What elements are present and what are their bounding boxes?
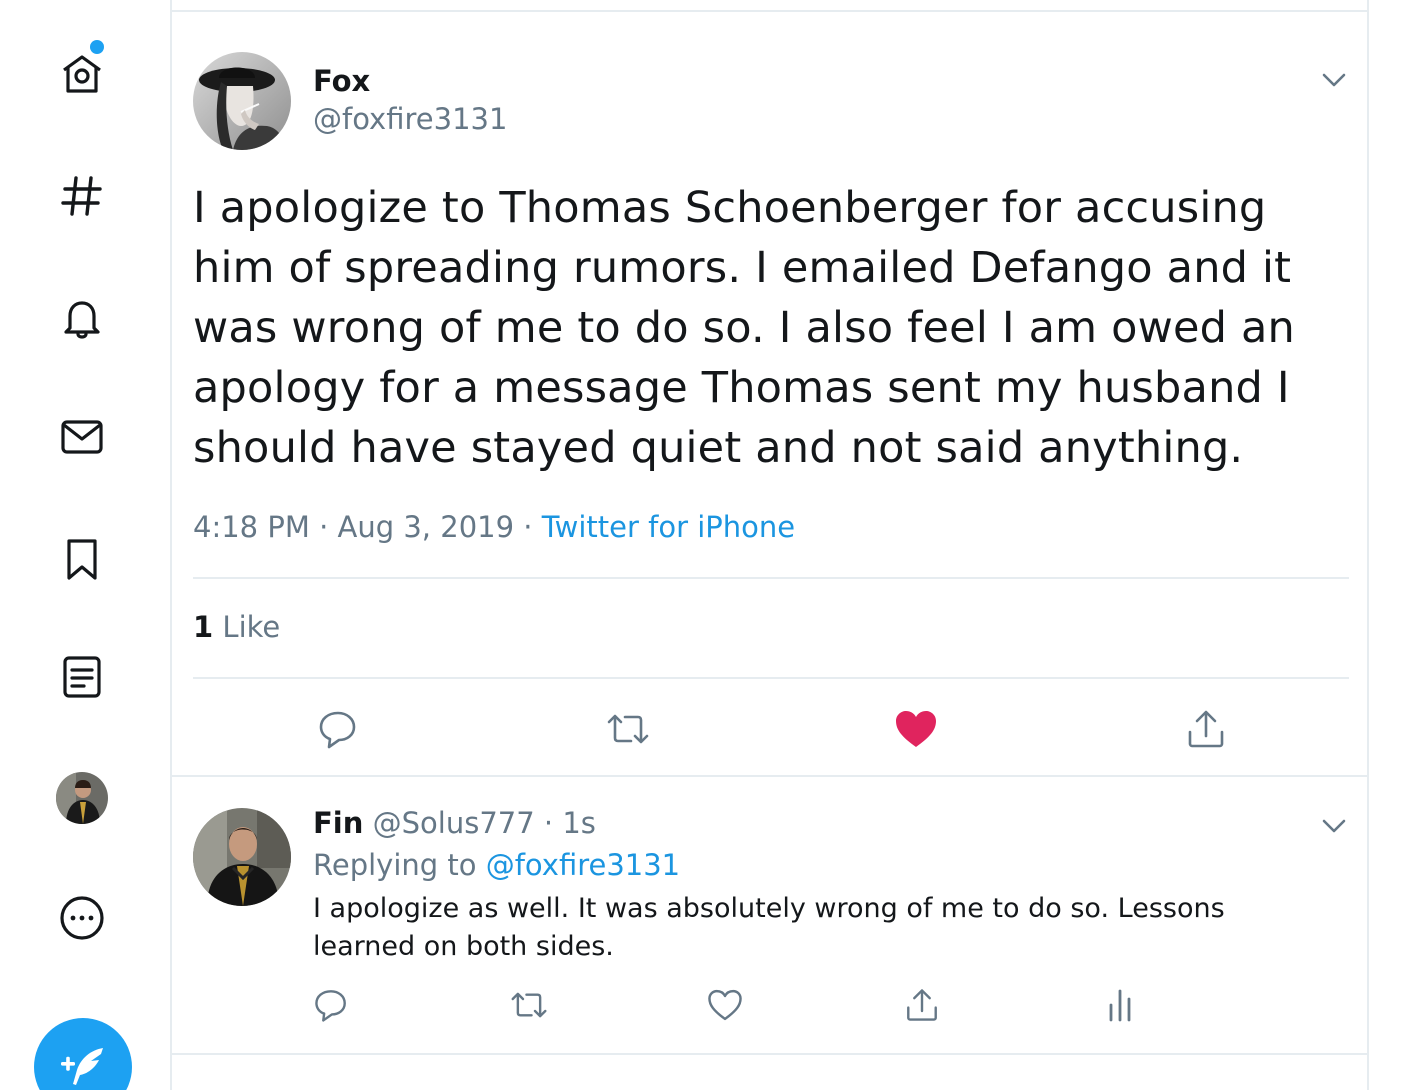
likes-stat[interactable]: 1 Like — [193, 610, 280, 644]
reply-text: I apologize as well. It was absolutely w… — [313, 893, 1225, 962]
share-icon — [907, 989, 937, 1021]
reply-button[interactable] — [308, 982, 354, 1028]
profile-avatar[interactable] — [56, 772, 108, 824]
like-button[interactable] — [891, 704, 941, 754]
retweet-button[interactable] — [506, 982, 552, 1028]
retweet-icon — [511, 992, 547, 1018]
compose-tweet-icon — [61, 1048, 103, 1085]
reply-author-display-name[interactable]: Fin — [313, 806, 363, 840]
replying-to-line: Replying to @foxfire3131 — [313, 848, 680, 882]
heart-outline-icon — [708, 989, 742, 1021]
divider — [172, 10, 1367, 12]
divider — [172, 1053, 1367, 1055]
notifications-bell-icon[interactable] — [50, 286, 114, 350]
reply-timestamp[interactable]: 1s — [562, 806, 596, 840]
more-icon[interactable] — [50, 886, 114, 950]
lists-icon[interactable] — [50, 645, 114, 709]
author-display-name[interactable]: Fox — [313, 64, 370, 98]
share-icon — [1188, 710, 1224, 748]
reply-options-chevron-down-icon[interactable] — [1314, 806, 1354, 846]
reply-header: Fin @Solus777 · 1s — [313, 806, 596, 840]
explore-hashtag-icon[interactable] — [50, 164, 114, 228]
heart-filled-icon — [896, 711, 936, 747]
tweet-detail-column: Fox @foxfire3131 I apologize to Thomas S… — [170, 0, 1369, 1090]
analytics-button[interactable] — [1097, 982, 1143, 1028]
tweet-options-chevron-down-icon[interactable] — [1314, 60, 1354, 100]
sidebar-nav — [0, 0, 170, 1090]
reply-icon — [315, 990, 346, 1022]
reply-button[interactable] — [313, 704, 363, 754]
reply-author-handle[interactable]: @Solus777 — [373, 806, 535, 840]
twitter-app: Fox @foxfire3131 I apologize to Thomas S… — [0, 0, 1406, 1090]
divider — [172, 775, 1367, 777]
bookmarks-icon[interactable] — [50, 527, 114, 591]
meta-separator: · — [319, 510, 329, 544]
author-handle[interactable]: @foxfire3131 — [313, 102, 507, 136]
tweet-date[interactable]: Aug 3, 2019 — [338, 510, 515, 544]
share-button[interactable] — [1181, 704, 1231, 754]
compose-tweet-button[interactable] — [34, 1018, 132, 1090]
tweet-source-link[interactable]: Twitter for iPhone — [542, 510, 795, 544]
analytics-bars-icon — [1109, 989, 1131, 1022]
meta-separator: · — [543, 806, 554, 840]
notification-dot — [90, 40, 104, 54]
tweet-metadata: 4:18 PM · Aug 3, 2019 · Twitter for iPho… — [193, 510, 795, 544]
divider — [193, 577, 1349, 579]
author-avatar[interactable] — [193, 52, 291, 150]
share-button[interactable] — [899, 982, 945, 1028]
like-count: 1 — [193, 610, 214, 644]
divider — [193, 677, 1349, 679]
reply-author-avatar[interactable] — [193, 808, 291, 906]
messages-envelope-icon[interactable] — [50, 404, 114, 468]
home-icon[interactable] — [50, 42, 114, 106]
retweet-button[interactable] — [603, 704, 653, 754]
retweet-icon — [607, 714, 649, 744]
reply-icon — [319, 711, 356, 749]
tweet-time[interactable]: 4:18 PM — [193, 510, 310, 544]
like-button[interactable] — [702, 982, 748, 1028]
like-label: Like — [222, 610, 281, 644]
tweet-text: I apologize to Thomas Schoenberger for a… — [193, 183, 1295, 473]
meta-separator: · — [523, 510, 533, 544]
replying-to-label: Replying to — [313, 848, 477, 882]
replying-to-mention[interactable]: @foxfire3131 — [486, 848, 680, 882]
